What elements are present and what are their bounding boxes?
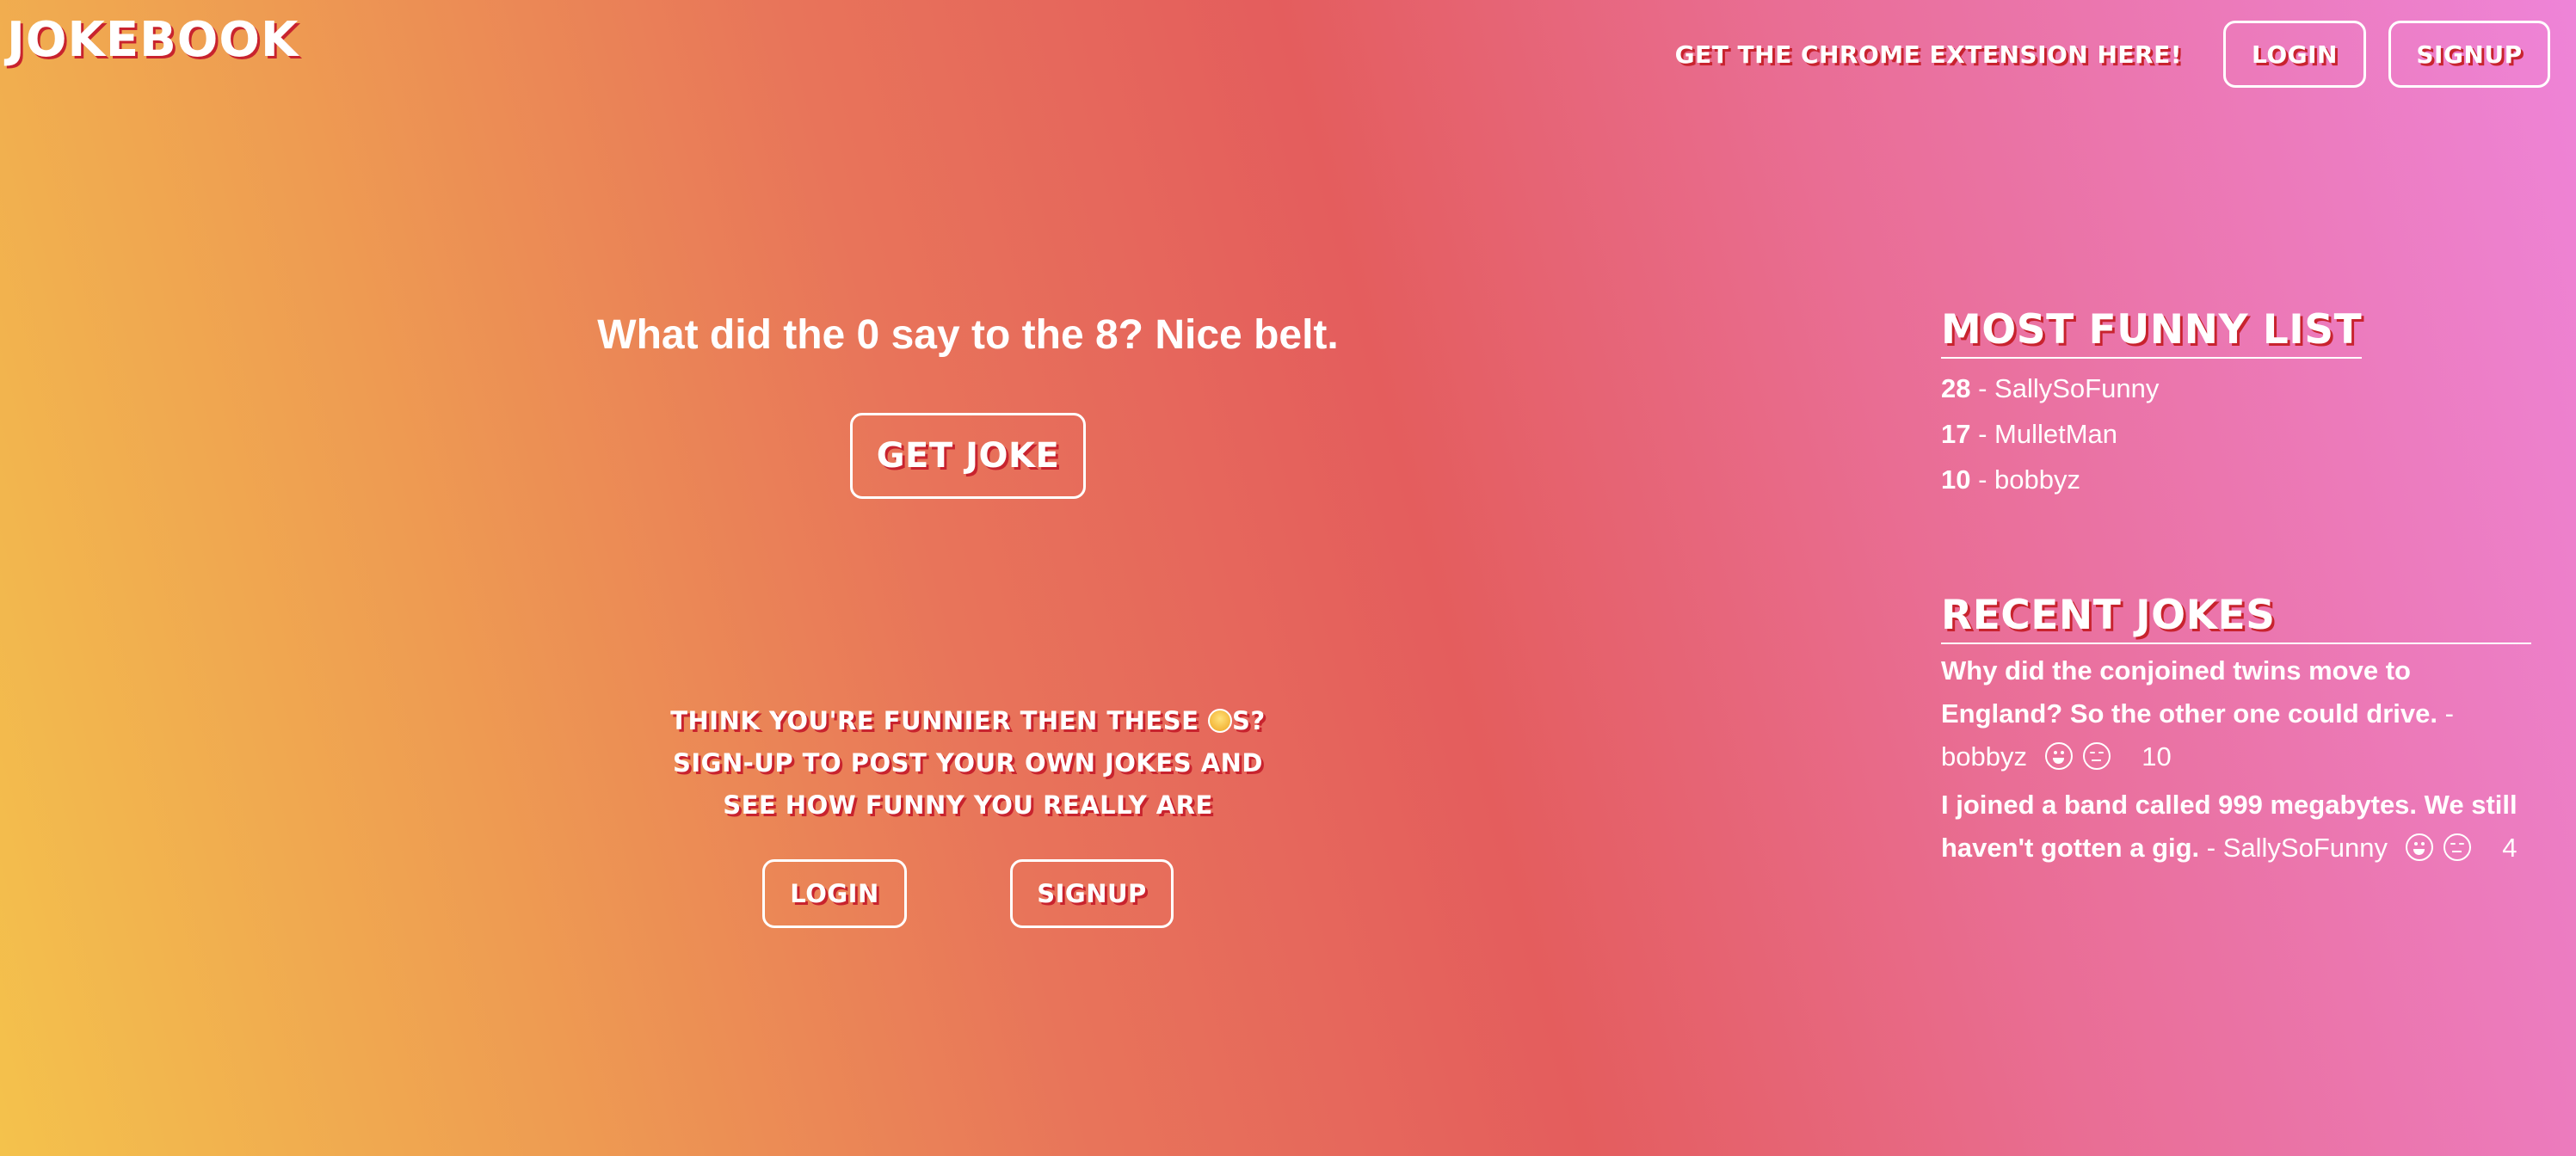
meh-reaction-icon[interactable]	[2082, 742, 2111, 770]
recent-jokes-heading: RECENT JOKES	[1941, 592, 2531, 644]
promo-line1-start: THINK YOU'RE FUNNIER THEN THESE	[670, 706, 1209, 735]
promo-text: THINK YOU'RE FUNNIER THEN THESE S? SIGN-…	[637, 700, 1299, 827]
promo-login-button[interactable]: LOGIN	[762, 859, 907, 928]
recent-joke-author: - SallySoFunny	[2199, 833, 2388, 863]
separator: -	[1970, 419, 1995, 449]
brand-logo[interactable]: JOKEBOOK	[7, 12, 299, 68]
promo-line2: SIGN-UP TO POST YOUR OWN JOKES AND	[673, 748, 1263, 778]
most-funny-list: 28 - SallySoFunny 17 - MulletMan 10 - bo…	[1941, 366, 2531, 502]
vote-count: 4	[2502, 833, 2517, 863]
recent-jokes-section: RECENT JOKES Why did the conjoined twins…	[1941, 592, 2531, 870]
clown-face-icon	[1208, 709, 1233, 733]
laugh-reaction-icon[interactable]	[2405, 833, 2433, 861]
sidebar: MOST FUNNY LIST 28 - SallySoFunny 17 - M…	[1941, 306, 2531, 870]
funny-user[interactable]: MulletMan	[1994, 419, 2117, 449]
laugh-reaction-icon[interactable]	[2044, 742, 2073, 770]
header-login-button[interactable]: LOGIN	[2223, 21, 2366, 88]
promo-buttons: LOGIN SIGNUP	[637, 859, 1299, 928]
get-joke-button[interactable]: GET JOKE	[850, 413, 1086, 499]
meh-reaction-icon[interactable]	[2443, 833, 2471, 861]
header-signup-button[interactable]: SIGNUP	[2388, 21, 2550, 88]
funny-score: 17	[1941, 419, 1971, 449]
list-item: 10 - bobbyz	[1941, 457, 2531, 502]
funny-user[interactable]: bobbyz	[1994, 464, 2080, 495]
vote-count: 10	[2142, 741, 2172, 772]
list-item: 17 - MulletMan	[1941, 411, 2531, 457]
separator: -	[1970, 373, 1995, 403]
separator: -	[1970, 464, 1995, 495]
most-funny-heading: MOST FUNNY LIST	[1941, 306, 2363, 359]
top-navigation: GET THE CHROME EXTENSION HERE! LOGIN SIG…	[1675, 21, 2550, 88]
promo-signup-button[interactable]: SIGNUP	[1010, 859, 1174, 928]
joke-display: What did the 0 say to the 8? Nice belt. …	[551, 301, 1385, 499]
current-joke-text: What did the 0 say to the 8? Nice belt.	[597, 312, 1339, 358]
funny-user[interactable]: SallySoFunny	[1994, 373, 2159, 403]
list-item: Why did the conjoined twins move to Engl…	[1941, 649, 2531, 778]
recent-joke-text: Why did the conjoined twins move to Engl…	[1941, 655, 2437, 729]
promo-line1-end: S?	[1232, 706, 1266, 735]
funny-score: 28	[1941, 373, 1971, 403]
promo-line3: SEE HOW FUNNY YOU REALLY ARE	[723, 790, 1213, 820]
signup-promo: THINK YOU'RE FUNNIER THEN THESE S? SIGN-…	[637, 700, 1299, 928]
list-item: I joined a band called 999 megabytes. We…	[1941, 784, 2531, 870]
chrome-extension-link[interactable]: GET THE CHROME EXTENSION HERE!	[1675, 40, 2182, 69]
funny-score: 10	[1941, 464, 1971, 495]
list-item: 28 - SallySoFunny	[1941, 366, 2531, 411]
